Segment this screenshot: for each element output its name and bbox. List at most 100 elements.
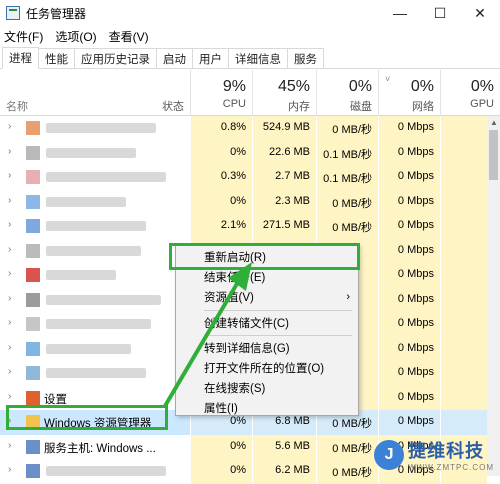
menu-separator: [204, 310, 352, 311]
task-manager-icon: [6, 6, 20, 20]
process-icon: [26, 366, 40, 380]
blurred-process-name: [46, 147, 136, 158]
cell-background: [440, 116, 487, 141]
memory-value: 22.6 MB: [269, 145, 310, 158]
expand-chevron-icon[interactable]: ›: [8, 293, 11, 304]
title-bar: 任务管理器 — ☐ ✕: [0, 0, 500, 26]
maximize-button[interactable]: ☐: [420, 0, 460, 26]
menu-item-go-to-details[interactable]: 转到详细信息(G): [176, 338, 358, 358]
tab-performance[interactable]: 性能: [38, 48, 75, 68]
cpu-value: 0.8%: [220, 121, 246, 133]
menu-item-end-task[interactable]: 结束任务(E): [176, 267, 358, 287]
expand-chevron-icon[interactable]: ›: [8, 146, 11, 157]
tab-strip: 进程 性能 应用历史记录 启动 用户 详细信息 服务: [0, 47, 500, 69]
menu-view[interactable]: 查看(V): [109, 28, 149, 45]
process-icon: [26, 341, 40, 356]
column-header: 名称 状态 9% CPU 45% 内存 0% 磁盘 ˅ 0% 网络 0% GPU: [0, 70, 500, 116]
window-title: 任务管理器: [26, 6, 87, 21]
table-row[interactable]: › 0% 2.3 MB 0 MB/秒 0 Mbps: [0, 189, 487, 214]
tab-users[interactable]: 用户: [192, 48, 229, 68]
menu-item-create-dump[interactable]: 创建转储文件(C): [176, 313, 358, 333]
expand-chevron-icon[interactable]: ›: [8, 342, 11, 353]
disk-value: 0.1 MB/秒: [323, 148, 372, 161]
cell-background: [440, 410, 487, 435]
cell-background: [440, 336, 487, 361]
expand-chevron-icon[interactable]: ›: [8, 219, 11, 230]
cell-background: [440, 263, 487, 288]
network-value: 0 Mbps: [397, 219, 434, 231]
highlight-box-explorer: [6, 405, 168, 430]
column-disk[interactable]: 0% 磁盘: [316, 70, 378, 116]
expand-chevron-icon[interactable]: ›: [8, 244, 11, 255]
cell-background: [440, 385, 487, 410]
blurred-process-name: [46, 294, 161, 305]
menu-item-label: 转到详细信息(G): [204, 343, 290, 355]
process-icon: [26, 121, 40, 135]
column-memory[interactable]: 45% 内存: [252, 70, 316, 116]
menu-separator: [204, 335, 352, 336]
network-percent: 0%: [410, 78, 434, 95]
table-row[interactable]: › 0.8% 524.9 MB 0 MB/秒 0 Mbps: [0, 116, 487, 141]
expand-chevron-icon[interactable]: ›: [8, 366, 11, 377]
cell-background: [440, 312, 487, 337]
network-value: 0 Mbps: [397, 292, 434, 305]
close-button[interactable]: ✕: [460, 0, 500, 26]
disk-percent: 0%: [348, 78, 372, 95]
blurred-process-name: [46, 172, 166, 182]
process-icon: [26, 292, 40, 307]
cell-background: [440, 361, 487, 386]
tab-details[interactable]: 详细信息: [228, 48, 288, 68]
menu-item-label: 创建转储文件(C): [204, 318, 289, 330]
network-value: 0 Mbps: [397, 121, 434, 133]
memory-label: 内存: [288, 101, 310, 113]
disk-value: 0 MB/秒: [332, 197, 372, 210]
watermark: J 捷维科技 WWW.ZMTPC.COM: [374, 437, 494, 472]
scroll-up-icon[interactable]: ▲: [490, 118, 498, 127]
table-row[interactable]: › 0% 22.6 MB 0.1 MB/秒 0 Mbps: [0, 140, 487, 165]
network-value: 0 Mbps: [397, 390, 434, 403]
expand-chevron-icon[interactable]: ›: [8, 195, 11, 206]
expand-chevron-icon[interactable]: ›: [8, 268, 11, 279]
memory-value: 5.6 MB: [275, 439, 310, 452]
expand-chevron-icon[interactable]: ›: [8, 170, 11, 181]
tab-startup[interactable]: 启动: [156, 48, 193, 68]
disk-value: 0 MB/秒: [332, 442, 372, 455]
scroll-thumb[interactable]: [489, 130, 498, 180]
menu-item-resource-values[interactable]: 资源值(V) ›: [176, 287, 358, 307]
table-row[interactable]: › 2.1% 271.5 MB 0 MB/秒 0 Mbps: [0, 214, 487, 239]
column-status[interactable]: 状态: [162, 98, 184, 114]
network-value: 0 Mbps: [397, 145, 434, 158]
network-value: 0 Mbps: [397, 415, 434, 427]
watermark-logo-icon: J: [374, 439, 405, 470]
menu-options[interactable]: 选项(O): [55, 28, 96, 45]
column-gpu[interactable]: 0% GPU: [440, 70, 500, 116]
minimize-button[interactable]: —: [380, 0, 420, 26]
expand-chevron-icon[interactable]: ›: [8, 391, 11, 402]
column-cpu[interactable]: 9% CPU: [190, 70, 252, 116]
tab-app-history[interactable]: 应用历史记录: [74, 48, 157, 68]
cell-background: [440, 165, 487, 190]
menu-file[interactable]: 文件(F): [4, 28, 43, 45]
blurred-process-name: [46, 221, 146, 231]
menu-item-open-file-location[interactable]: 打开文件所在的位置(O): [176, 358, 358, 378]
tab-processes[interactable]: 进程: [2, 47, 39, 69]
network-value: 0 Mbps: [397, 170, 434, 182]
menu-item-label: 打开文件所在的位置(O): [204, 363, 325, 375]
menu-item-properties[interactable]: 属性(I): [176, 398, 358, 418]
network-value: 0 Mbps: [397, 194, 434, 207]
cell-background: [440, 287, 487, 312]
network-value: 0 Mbps: [397, 243, 434, 256]
memory-value: 271.5 MB: [262, 219, 310, 231]
expand-chevron-icon[interactable]: ›: [8, 317, 11, 328]
blurred-process-name: [46, 319, 151, 329]
menu-item-search-online[interactable]: 在线搜索(S): [176, 378, 358, 398]
column-name[interactable]: 名称: [6, 98, 28, 114]
table-row[interactable]: › 0.3% 2.7 MB 0.1 MB/秒 0 Mbps: [0, 165, 487, 190]
vertical-scrollbar[interactable]: ▲: [487, 116, 500, 476]
blurred-process-name: [46, 270, 116, 280]
expand-chevron-icon[interactable]: ›: [8, 464, 11, 475]
column-network[interactable]: 0% 网络: [378, 70, 440, 116]
expand-chevron-icon[interactable]: ›: [8, 121, 11, 132]
tab-services[interactable]: 服务: [287, 48, 324, 68]
expand-chevron-icon[interactable]: ›: [8, 440, 11, 451]
